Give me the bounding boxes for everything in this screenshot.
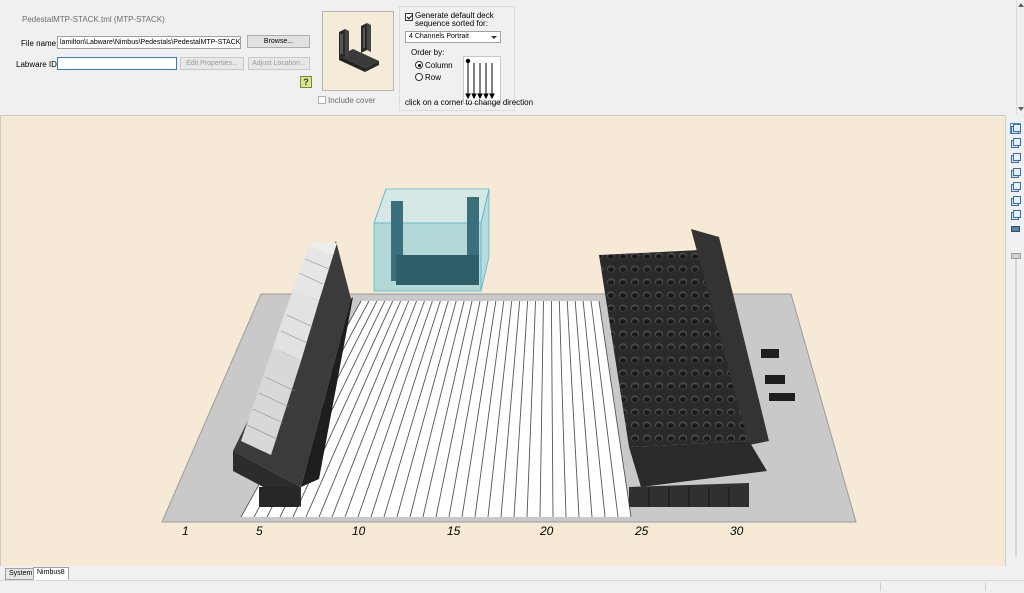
view-back-icon[interactable] [1011, 168, 1021, 178]
scroll-up-icon[interactable] [1018, 3, 1024, 7]
include-cover-checkbox[interactable] [318, 96, 326, 104]
order-direction-hint: click on a corner to change direction [405, 98, 534, 107]
order-row-label: Row [425, 73, 442, 82]
zoom-slider-track[interactable] [1015, 257, 1017, 557]
chevron-down-icon [491, 36, 497, 39]
track-number: 10 [352, 524, 366, 538]
view-right-icon[interactable] [1011, 196, 1021, 206]
track-number: 30 [730, 524, 744, 538]
tab-system[interactable]: System [5, 568, 37, 580]
order-column-radio[interactable] [415, 61, 423, 69]
labware-title: PedestalMTP-STACK.tml (MTP-STACK) [22, 15, 165, 24]
column-order-arrows-icon [465, 58, 495, 100]
labware-properties-panel: PedestalMTP-STACK.tml (MTP-STACK) File n… [0, 0, 1016, 114]
status-separator [985, 582, 986, 591]
view-iso-front-icon[interactable] [1010, 123, 1021, 134]
file-name-field[interactable]: lamilton\Labware\Nimbus\Pedestals\Pedest… [57, 36, 241, 49]
labware-preview [322, 11, 394, 91]
track-number-labels: 1 5 10 15 20 25 30 [182, 524, 744, 538]
track-number: 20 [539, 524, 554, 538]
view-iso-back-icon[interactable] [1011, 138, 1021, 148]
deck-scene[interactable]: 1 5 10 15 20 25 30 [1, 116, 1005, 567]
view-left-icon[interactable] [1011, 182, 1021, 192]
track-number: 1 [182, 524, 189, 538]
view-front-icon[interactable] [1011, 153, 1021, 163]
track-number: 15 [447, 524, 461, 538]
labware-id-input[interactable] [57, 57, 177, 70]
properties-scrollbar[interactable] [1016, 0, 1024, 114]
order-by-label: Order by: [411, 48, 445, 57]
scroll-down-icon[interactable] [1018, 107, 1024, 111]
channels-select-value: 4 Channels Portrait [409, 33, 469, 40]
generate-sequence-label-2: sequence sorted for: [415, 19, 488, 28]
view-top-icon[interactable] [1011, 210, 1021, 220]
include-cover-label: Include cover [328, 96, 376, 105]
labware-id-label: Labware ID: [16, 60, 60, 69]
instrument-tab-bar: System Nimbus8 [0, 566, 1024, 580]
edit-properties-button[interactable]: Edit Properties... [180, 57, 244, 70]
channels-select[interactable]: 4 Channels Portrait [405, 31, 501, 43]
track-number: 5 [256, 524, 263, 538]
zoom-slider-handle[interactable] [1011, 253, 1021, 259]
browse-button[interactable]: Browse... [247, 35, 310, 48]
generate-sequence-checkbox[interactable] [405, 13, 413, 21]
selected-pedestal-highlight[interactable] [373, 188, 490, 292]
deck-3d-viewport[interactable]: 1 5 10 15 20 25 30 [0, 115, 1005, 568]
order-column-label: Column [425, 61, 453, 70]
pedestal-thumbnail-icon [339, 23, 379, 72]
track-number: 25 [634, 524, 649, 538]
deck-sequence-panel: Generate default deck sequence sorted fo… [399, 6, 533, 111]
status-bar [0, 580, 1024, 593]
layers-icon[interactable] [1011, 226, 1020, 232]
status-separator [880, 582, 881, 591]
tab-nimbus8[interactable]: Nimbus8 [33, 567, 69, 580]
order-row-radio[interactable] [415, 73, 423, 81]
help-icon[interactable]: ? [300, 76, 312, 88]
view-toolbar [1005, 115, 1024, 566]
order-direction-diagram[interactable] [463, 56, 501, 104]
adjust-location-button[interactable]: Adjust Location... [248, 57, 310, 70]
file-name-label: File name: [21, 39, 59, 48]
